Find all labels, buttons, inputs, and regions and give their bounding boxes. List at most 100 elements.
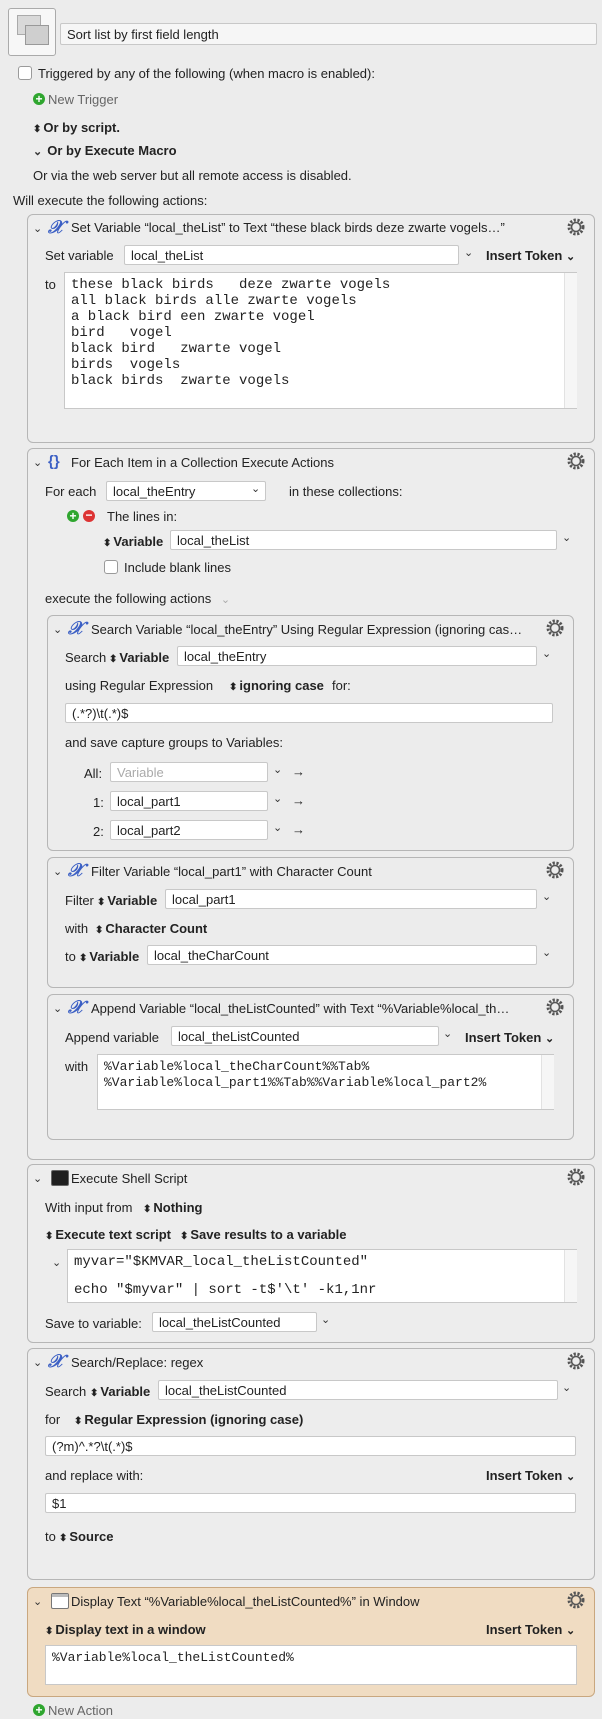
- gear-icon[interactable]: [545, 860, 565, 880]
- collapse-chevron-icon[interactable]: ⌄: [53, 865, 62, 878]
- include-blank-lines-checkbox[interactable]: [104, 560, 118, 574]
- for-each-braces-icon: {}: [48, 453, 60, 470]
- add-collection-plus-icon[interactable]: +: [67, 510, 79, 522]
- variable-x-icon: 𝒳: [68, 997, 84, 1018]
- save-to-variable-field[interactable]: local_theListCounted: [152, 1312, 317, 1332]
- variable-dropdown-icon[interactable]: ⌄: [562, 531, 571, 544]
- text-area-scrollbar[interactable]: [564, 273, 577, 408]
- variable-dropdown-icon[interactable]: ⌄: [542, 890, 551, 903]
- variable-name-field[interactable]: local_theList: [124, 245, 459, 265]
- capture-group-2-label: 2:: [93, 824, 104, 839]
- insert-token-button[interactable]: Insert Token ⌄: [465, 1030, 554, 1045]
- macro-icon[interactable]: [8, 8, 56, 56]
- or-by-execute-macro-toggle[interactable]: ⌄ Or by Execute Macro: [33, 143, 177, 158]
- gear-icon[interactable]: [566, 217, 586, 237]
- variable-dropdown-icon[interactable]: ⌄: [464, 246, 473, 259]
- input-source-popup[interactable]: ⬍ Nothing: [143, 1200, 202, 1215]
- gear-icon[interactable]: [566, 1167, 586, 1187]
- variable-dropdown-icon[interactable]: ⌄: [273, 821, 282, 834]
- insert-token-button[interactable]: Insert Token ⌄: [486, 1468, 575, 1483]
- case-mode-popup[interactable]: ⬍ ignoring case: [229, 678, 324, 693]
- collection-variable-field[interactable]: local_theList: [170, 530, 557, 550]
- gear-icon[interactable]: [545, 618, 565, 638]
- filter-type-popup[interactable]: ⬍ Character Count: [95, 921, 207, 936]
- action-title: Execute Shell Script: [71, 1171, 188, 1186]
- for-each-variable-field[interactable]: local_theEntry: [106, 481, 266, 501]
- terminal-icon: [51, 1170, 69, 1186]
- variable-dropdown-icon[interactable]: ⌄: [251, 482, 260, 495]
- collapse-script-chevron-icon[interactable]: ⌄: [52, 1256, 61, 1269]
- trigger-checkbox[interactable]: [18, 66, 32, 80]
- arrow-right-icon[interactable]: →: [292, 822, 305, 837]
- display-mode-popup[interactable]: ⬍ Display text in a window: [45, 1622, 206, 1637]
- append-text-area[interactable]: %Variable%local_theCharCount%%Tab% %Vari…: [97, 1054, 554, 1110]
- text-area-scrollbar[interactable]: [564, 1250, 577, 1302]
- action-title: Display Text “%Variable%local_theListCou…: [71, 1594, 420, 1609]
- execute-actions-label: execute the following actions ⌄: [45, 591, 231, 606]
- set-variable-label: Set variable: [45, 248, 114, 263]
- collapse-chevron-icon[interactable]: ⌄: [33, 1595, 42, 1608]
- collapse-chevron-icon[interactable]: ⌄: [33, 1172, 42, 1185]
- macro-name-field[interactable]: Sort list by first field length: [60, 23, 597, 45]
- gear-icon[interactable]: [545, 997, 565, 1017]
- action-title: For Each Item in a Collection Execute Ac…: [71, 455, 335, 470]
- action-title: Append Variable “local_theListCounted” w…: [91, 1001, 510, 1016]
- variable-dropdown-icon[interactable]: ⌄: [443, 1027, 452, 1040]
- destination-popup[interactable]: ⬍ Source: [59, 1529, 113, 1544]
- arrow-right-icon[interactable]: →: [292, 764, 305, 779]
- new-action-link[interactable]: New Action: [48, 1703, 113, 1718]
- search-source-variable-field[interactable]: local_theListCounted: [158, 1380, 558, 1400]
- new-trigger-plus-icon[interactable]: +: [33, 93, 45, 105]
- gear-icon[interactable]: [566, 1590, 586, 1610]
- include-blank-lines-label: Include blank lines: [124, 560, 231, 575]
- script-text-area[interactable]: myvar="$KMVAR_local_theListCounted" echo…: [67, 1249, 577, 1303]
- search-source-type-popup[interactable]: ⬍ Variable: [109, 650, 169, 665]
- updown-icon: ⬍: [59, 1533, 67, 1544]
- will-execute-label: Will execute the following actions:: [13, 193, 208, 208]
- collapse-chevron-icon[interactable]: ⌄: [33, 222, 42, 235]
- text-area-scrollbar[interactable]: [541, 1055, 554, 1109]
- regex-field[interactable]: (.*?)\t(.*)$: [65, 703, 553, 723]
- collapse-chevron-icon[interactable]: ⌄: [33, 456, 42, 469]
- save-mode-popup[interactable]: ⬍ Save results to a variable: [180, 1227, 346, 1242]
- display-text-area[interactable]: %Variable%local_theListCounted%: [45, 1645, 577, 1685]
- chevron-down-icon[interactable]: ⌄: [221, 594, 230, 606]
- capture-group-2-field[interactable]: local_part2: [110, 820, 268, 840]
- gear-icon[interactable]: [566, 1351, 586, 1371]
- collapse-chevron-icon[interactable]: ⌄: [53, 623, 62, 636]
- variable-dropdown-icon[interactable]: ⌄: [321, 1313, 330, 1326]
- variable-dropdown-icon[interactable]: ⌄: [562, 1381, 571, 1394]
- filter-source-variable-field[interactable]: local_part1: [165, 889, 537, 909]
- text-value-area[interactable]: these black birds deze zwarte vogels all…: [64, 272, 577, 409]
- capture-group-all-field[interactable]: Variable: [110, 762, 268, 782]
- remove-collection-minus-icon[interactable]: −: [83, 509, 95, 522]
- variable-dropdown-icon[interactable]: ⌄: [542, 946, 551, 959]
- filter-source-type-popup[interactable]: ⬍ Variable: [97, 893, 157, 908]
- replace-with-label: and replace with:: [45, 1468, 144, 1483]
- chevron-down-icon: ⌄: [565, 251, 576, 263]
- append-variable-field[interactable]: local_theListCounted: [171, 1026, 439, 1046]
- replacement-field[interactable]: $1: [45, 1493, 576, 1513]
- search-mode-popup[interactable]: ⬍ Regular Expression (ignoring case): [74, 1412, 303, 1427]
- variable-dropdown-icon[interactable]: ⌄: [273, 763, 282, 776]
- collection-source-type-popup[interactable]: ⬍ Variable: [103, 534, 163, 549]
- insert-token-button[interactable]: Insert Token ⌄: [486, 248, 575, 263]
- search-source-type-popup[interactable]: ⬍ Variable: [90, 1384, 150, 1399]
- search-pattern-field[interactable]: (?m)^.*?\t(.*)$: [45, 1436, 576, 1456]
- script-mode-popup[interactable]: ⬍ Execute text script: [45, 1227, 171, 1242]
- or-by-script-toggle[interactable]: ⬍ Or by script.: [33, 120, 120, 135]
- filter-dest-variable-field[interactable]: local_theCharCount: [147, 945, 537, 965]
- insert-token-button[interactable]: Insert Token ⌄: [486, 1622, 575, 1637]
- gear-icon[interactable]: [566, 451, 586, 471]
- lines-in-label: The lines in:: [107, 509, 178, 524]
- new-action-plus-icon[interactable]: +: [33, 1704, 45, 1716]
- collapse-chevron-icon[interactable]: ⌄: [53, 1002, 62, 1015]
- arrow-right-icon[interactable]: →: [292, 793, 305, 808]
- new-trigger-link[interactable]: New Trigger: [48, 92, 118, 107]
- capture-group-1-field[interactable]: local_part1: [110, 791, 268, 811]
- variable-dropdown-icon[interactable]: ⌄: [273, 792, 282, 805]
- variable-dropdown-icon[interactable]: ⌄: [542, 647, 551, 660]
- search-variable-field[interactable]: local_theEntry: [177, 646, 537, 666]
- filter-dest-type-popup[interactable]: ⬍ Variable: [79, 949, 139, 964]
- collapse-chevron-icon[interactable]: ⌄: [33, 1356, 42, 1369]
